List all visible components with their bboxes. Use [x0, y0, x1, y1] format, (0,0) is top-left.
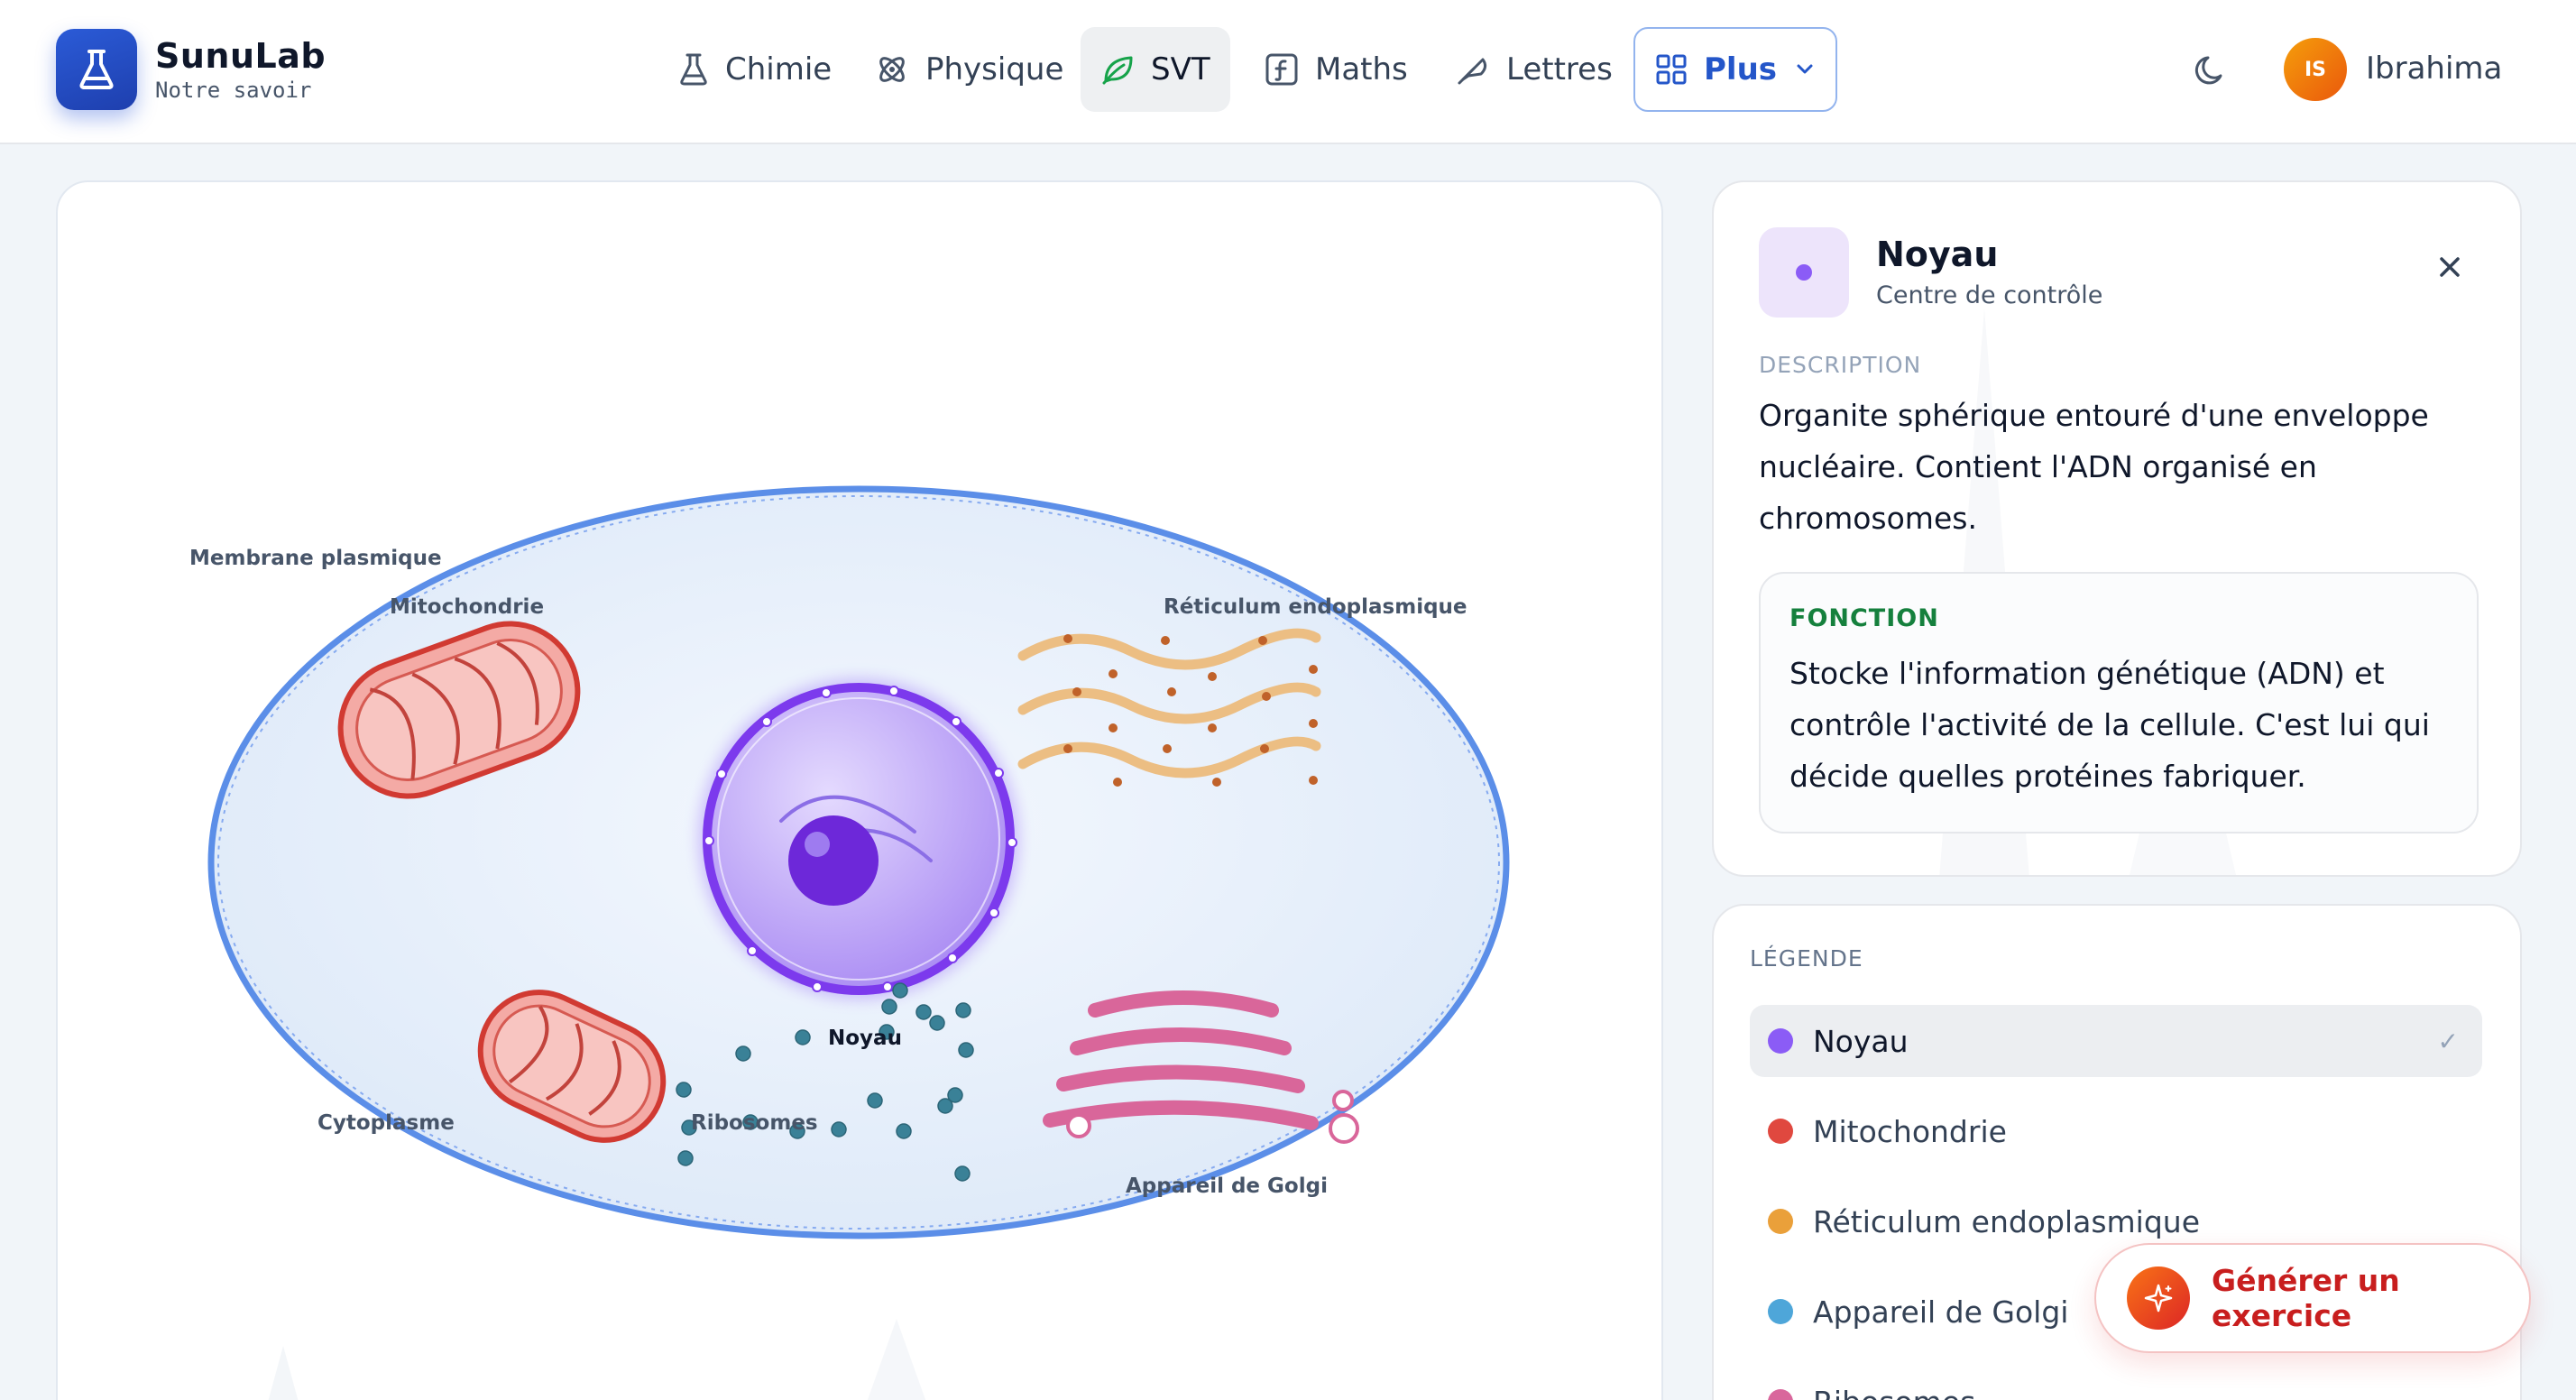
organelle-title: Noyau — [1876, 235, 1999, 274]
nav-item-chimie[interactable]: Chimie — [658, 27, 851, 112]
nav-label: Lettres — [1506, 51, 1613, 88]
function-label: FONCTION — [1789, 604, 1939, 632]
legend-label: Noyau — [1813, 1023, 1909, 1059]
legend-label: Mitochondrie — [1813, 1113, 2007, 1149]
legend-dot — [1768, 1028, 1793, 1054]
legend-item-ribosomes[interactable]: Ribosomes — [1750, 1366, 2482, 1400]
label-reticulum[interactable]: Réticulum endoplasmique — [1164, 595, 1467, 619]
legend-dot — [1768, 1389, 1793, 1400]
nav-item-physique[interactable]: Physique — [855, 27, 1083, 112]
feather-icon — [1458, 58, 1487, 85]
organelle-detail-card: Noyau Centre de contrôle DESCRIPTION Org… — [1712, 180, 2522, 877]
label-membrane[interactable]: Membrane plasmique — [189, 547, 442, 570]
nav-item-lettres[interactable]: Lettres — [1436, 27, 1633, 112]
legend-item-mitochondrie[interactable]: Mitochondrie — [1750, 1095, 2482, 1167]
generate-exercise-label: Générer un exercice — [2212, 1263, 2400, 1333]
label-nucleus[interactable]: Noyau — [828, 1027, 902, 1050]
label-mitochondria[interactable]: Mitochondrie — [390, 595, 544, 619]
check-icon: ✓ — [2437, 1026, 2459, 1056]
nav-more-button[interactable]: Plus — [1633, 27, 1837, 112]
top-header: SunuLab Notre savoir Chimie Physique SVT — [0, 0, 2576, 144]
close-button[interactable] — [2424, 242, 2475, 292]
legend-label: Appareil de Golgi — [1813, 1294, 2069, 1330]
nav-more-label: Plus — [1704, 51, 1778, 88]
nav-label: Maths — [1315, 51, 1408, 88]
description-text: Organite sphérique entouré d'une envelop… — [1759, 398, 2429, 536]
nav-label: SVT — [1151, 51, 1210, 88]
flask-icon — [680, 53, 707, 86]
chevron-down-icon — [1797, 64, 1813, 74]
description-label: DESCRIPTION — [1759, 352, 1922, 378]
avatar[interactable]: IS — [2284, 38, 2347, 101]
flask-logo-icon — [79, 50, 114, 89]
organelle-subtitle: Centre de contrôle — [1876, 281, 2103, 309]
sparkle-icon — [2127, 1266, 2190, 1330]
logo[interactable] — [56, 29, 137, 110]
legend-dot — [1768, 1299, 1793, 1324]
brand-tagline: Notre savoir — [155, 78, 312, 103]
label-golgi[interactable]: Appareil de Golgi — [1126, 1174, 1328, 1198]
legend-dot — [1768, 1119, 1793, 1144]
nav-item-svt[interactable]: SVT — [1081, 27, 1230, 112]
user-name[interactable]: Ibrahima — [2366, 51, 2502, 87]
atom-icon — [879, 57, 905, 82]
legend-label: Ribosomes — [1813, 1385, 1975, 1400]
function-icon — [1265, 53, 1298, 86]
nucleus[interactable] — [698, 678, 1019, 999]
label-cytoplasm[interactable]: Cytoplasme — [317, 1111, 455, 1135]
nav-label: Physique — [925, 51, 1064, 88]
cell-diagram — [207, 485, 1510, 1400]
legend-item-noyau[interactable]: Noyau ✓ — [1750, 1005, 2482, 1077]
generate-exercise-button[interactable]: Générer un exercice — [2094, 1243, 2531, 1353]
label-ribosomes[interactable]: Ribosomes — [691, 1111, 818, 1135]
function-text: Stocke l'information génétique (ADN) et … — [1789, 656, 2430, 794]
brand-name: SunuLab — [155, 36, 327, 76]
function-box: FONCTION Stocke l'information génétique … — [1759, 572, 2479, 834]
legend-label: Réticulum endoplasmique — [1813, 1203, 2200, 1239]
leaf-icon — [1102, 56, 1133, 85]
nav-item-maths[interactable]: Maths — [1245, 27, 1428, 112]
nav-label: Chimie — [725, 51, 833, 88]
organelle-icon — [1759, 227, 1849, 318]
close-icon — [2440, 257, 2460, 277]
cell-diagram-panel: Membrane plasmique Mitochondrie Réticulu… — [56, 180, 1663, 1400]
grid-icon — [1656, 54, 1687, 85]
legend-dot — [1768, 1209, 1793, 1234]
dark-mode-toggle-icon[interactable] — [2194, 52, 2230, 88]
legend-title: LÉGENDE — [1750, 945, 1863, 972]
